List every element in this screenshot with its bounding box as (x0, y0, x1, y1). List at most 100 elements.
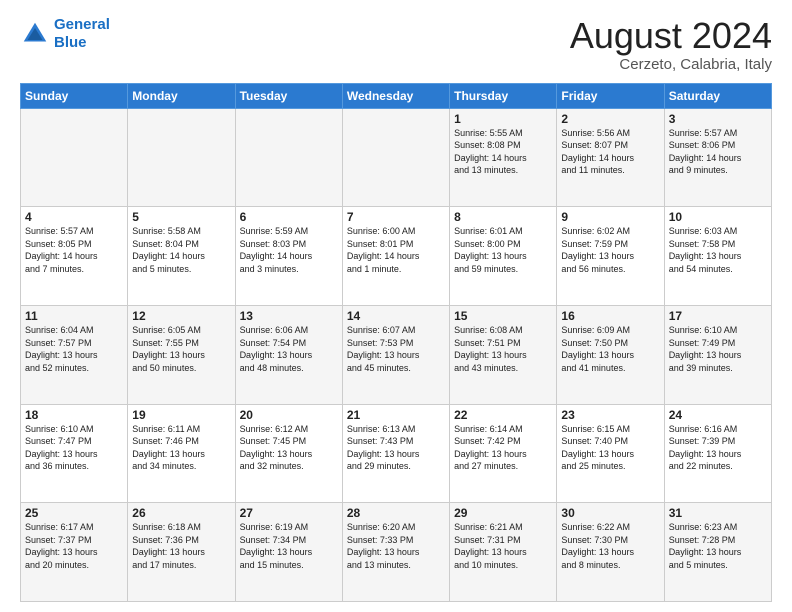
logo-line2: Blue (54, 34, 87, 51)
calendar-cell: 8Sunrise: 6:01 AM Sunset: 8:00 PM Daylig… (450, 207, 557, 306)
day-number: 7 (347, 210, 445, 224)
calendar-cell: 3Sunrise: 5:57 AM Sunset: 8:06 PM Daylig… (664, 108, 771, 207)
calendar-cell (342, 108, 449, 207)
day-number: 17 (669, 309, 767, 323)
logo-text: General Blue (54, 16, 110, 52)
calendar-week-2: 4Sunrise: 5:57 AM Sunset: 8:05 PM Daylig… (21, 207, 772, 306)
cell-info: Sunrise: 5:56 AM Sunset: 8:07 PM Dayligh… (561, 127, 659, 177)
main-title: August 2024 (570, 16, 772, 56)
cell-info: Sunrise: 6:03 AM Sunset: 7:58 PM Dayligh… (669, 225, 767, 275)
calendar-table: Sunday Monday Tuesday Wednesday Thursday… (20, 83, 772, 602)
day-number: 13 (240, 309, 338, 323)
calendar-cell: 5Sunrise: 5:58 AM Sunset: 8:04 PM Daylig… (128, 207, 235, 306)
day-number: 21 (347, 408, 445, 422)
calendar-cell: 29Sunrise: 6:21 AM Sunset: 7:31 PM Dayli… (450, 503, 557, 602)
cell-info: Sunrise: 6:20 AM Sunset: 7:33 PM Dayligh… (347, 521, 445, 571)
calendar-cell: 31Sunrise: 6:23 AM Sunset: 7:28 PM Dayli… (664, 503, 771, 602)
cell-info: Sunrise: 6:17 AM Sunset: 7:37 PM Dayligh… (25, 521, 123, 571)
calendar-cell: 2Sunrise: 5:56 AM Sunset: 8:07 PM Daylig… (557, 108, 664, 207)
day-number: 19 (132, 408, 230, 422)
logo-line1: General (54, 16, 110, 33)
header-friday: Friday (557, 83, 664, 108)
day-number: 30 (561, 506, 659, 520)
cell-info: Sunrise: 6:00 AM Sunset: 8:01 PM Dayligh… (347, 225, 445, 275)
calendar-week-5: 25Sunrise: 6:17 AM Sunset: 7:37 PM Dayli… (21, 503, 772, 602)
cell-info: Sunrise: 6:23 AM Sunset: 7:28 PM Dayligh… (669, 521, 767, 571)
calendar-cell: 20Sunrise: 6:12 AM Sunset: 7:45 PM Dayli… (235, 404, 342, 503)
header-monday: Monday (128, 83, 235, 108)
cell-info: Sunrise: 6:06 AM Sunset: 7:54 PM Dayligh… (240, 324, 338, 374)
day-number: 28 (347, 506, 445, 520)
calendar-cell: 27Sunrise: 6:19 AM Sunset: 7:34 PM Dayli… (235, 503, 342, 602)
header-sunday: Sunday (21, 83, 128, 108)
day-number: 20 (240, 408, 338, 422)
calendar-cell: 21Sunrise: 6:13 AM Sunset: 7:43 PM Dayli… (342, 404, 449, 503)
calendar-cell: 12Sunrise: 6:05 AM Sunset: 7:55 PM Dayli… (128, 305, 235, 404)
day-number: 23 (561, 408, 659, 422)
calendar-cell: 4Sunrise: 5:57 AM Sunset: 8:05 PM Daylig… (21, 207, 128, 306)
calendar-header-row: Sunday Monday Tuesday Wednesday Thursday… (21, 83, 772, 108)
calendar-cell: 22Sunrise: 6:14 AM Sunset: 7:42 PM Dayli… (450, 404, 557, 503)
day-number: 4 (25, 210, 123, 224)
cell-info: Sunrise: 6:22 AM Sunset: 7:30 PM Dayligh… (561, 521, 659, 571)
calendar-cell: 25Sunrise: 6:17 AM Sunset: 7:37 PM Dayli… (21, 503, 128, 602)
header-tuesday: Tuesday (235, 83, 342, 108)
cell-info: Sunrise: 6:11 AM Sunset: 7:46 PM Dayligh… (132, 423, 230, 473)
day-number: 15 (454, 309, 552, 323)
calendar-cell: 7Sunrise: 6:00 AM Sunset: 8:01 PM Daylig… (342, 207, 449, 306)
calendar-cell: 14Sunrise: 6:07 AM Sunset: 7:53 PM Dayli… (342, 305, 449, 404)
calendar-cell: 16Sunrise: 6:09 AM Sunset: 7:50 PM Dayli… (557, 305, 664, 404)
cell-info: Sunrise: 6:21 AM Sunset: 7:31 PM Dayligh… (454, 521, 552, 571)
cell-info: Sunrise: 5:57 AM Sunset: 8:06 PM Dayligh… (669, 127, 767, 177)
calendar-cell: 30Sunrise: 6:22 AM Sunset: 7:30 PM Dayli… (557, 503, 664, 602)
day-number: 18 (25, 408, 123, 422)
header-thursday: Thursday (450, 83, 557, 108)
day-number: 3 (669, 112, 767, 126)
calendar-week-4: 18Sunrise: 6:10 AM Sunset: 7:47 PM Dayli… (21, 404, 772, 503)
calendar-cell: 11Sunrise: 6:04 AM Sunset: 7:57 PM Dayli… (21, 305, 128, 404)
day-number: 29 (454, 506, 552, 520)
day-number: 16 (561, 309, 659, 323)
cell-info: Sunrise: 6:15 AM Sunset: 7:40 PM Dayligh… (561, 423, 659, 473)
calendar-cell: 23Sunrise: 6:15 AM Sunset: 7:40 PM Dayli… (557, 404, 664, 503)
cell-info: Sunrise: 6:14 AM Sunset: 7:42 PM Dayligh… (454, 423, 552, 473)
calendar-week-3: 11Sunrise: 6:04 AM Sunset: 7:57 PM Dayli… (21, 305, 772, 404)
calendar-cell: 15Sunrise: 6:08 AM Sunset: 7:51 PM Dayli… (450, 305, 557, 404)
day-number: 5 (132, 210, 230, 224)
day-number: 10 (669, 210, 767, 224)
cell-info: Sunrise: 6:07 AM Sunset: 7:53 PM Dayligh… (347, 324, 445, 374)
cell-info: Sunrise: 6:10 AM Sunset: 7:47 PM Dayligh… (25, 423, 123, 473)
cell-info: Sunrise: 6:04 AM Sunset: 7:57 PM Dayligh… (25, 324, 123, 374)
day-number: 1 (454, 112, 552, 126)
day-number: 8 (454, 210, 552, 224)
calendar-cell (21, 108, 128, 207)
logo: General Blue (20, 16, 110, 52)
cell-info: Sunrise: 6:13 AM Sunset: 7:43 PM Dayligh… (347, 423, 445, 473)
subtitle: Cerzeto, Calabria, Italy (570, 56, 772, 73)
calendar-cell: 9Sunrise: 6:02 AM Sunset: 7:59 PM Daylig… (557, 207, 664, 306)
day-number: 31 (669, 506, 767, 520)
day-number: 14 (347, 309, 445, 323)
day-number: 6 (240, 210, 338, 224)
calendar-cell: 13Sunrise: 6:06 AM Sunset: 7:54 PM Dayli… (235, 305, 342, 404)
cell-info: Sunrise: 6:05 AM Sunset: 7:55 PM Dayligh… (132, 324, 230, 374)
title-block: August 2024 Cerzeto, Calabria, Italy (570, 16, 772, 73)
day-number: 25 (25, 506, 123, 520)
cell-info: Sunrise: 6:02 AM Sunset: 7:59 PM Dayligh… (561, 225, 659, 275)
cell-info: Sunrise: 5:57 AM Sunset: 8:05 PM Dayligh… (25, 225, 123, 275)
day-number: 12 (132, 309, 230, 323)
cell-info: Sunrise: 6:18 AM Sunset: 7:36 PM Dayligh… (132, 521, 230, 571)
calendar-cell: 17Sunrise: 6:10 AM Sunset: 7:49 PM Dayli… (664, 305, 771, 404)
logo-icon (20, 19, 50, 49)
cell-info: Sunrise: 6:10 AM Sunset: 7:49 PM Dayligh… (669, 324, 767, 374)
header-saturday: Saturday (664, 83, 771, 108)
cell-info: Sunrise: 5:55 AM Sunset: 8:08 PM Dayligh… (454, 127, 552, 177)
cell-info: Sunrise: 6:01 AM Sunset: 8:00 PM Dayligh… (454, 225, 552, 275)
calendar-cell: 28Sunrise: 6:20 AM Sunset: 7:33 PM Dayli… (342, 503, 449, 602)
calendar-cell (128, 108, 235, 207)
calendar-cell: 10Sunrise: 6:03 AM Sunset: 7:58 PM Dayli… (664, 207, 771, 306)
calendar-cell: 24Sunrise: 6:16 AM Sunset: 7:39 PM Dayli… (664, 404, 771, 503)
calendar-cell: 19Sunrise: 6:11 AM Sunset: 7:46 PM Dayli… (128, 404, 235, 503)
cell-info: Sunrise: 5:58 AM Sunset: 8:04 PM Dayligh… (132, 225, 230, 275)
calendar-week-1: 1Sunrise: 5:55 AM Sunset: 8:08 PM Daylig… (21, 108, 772, 207)
